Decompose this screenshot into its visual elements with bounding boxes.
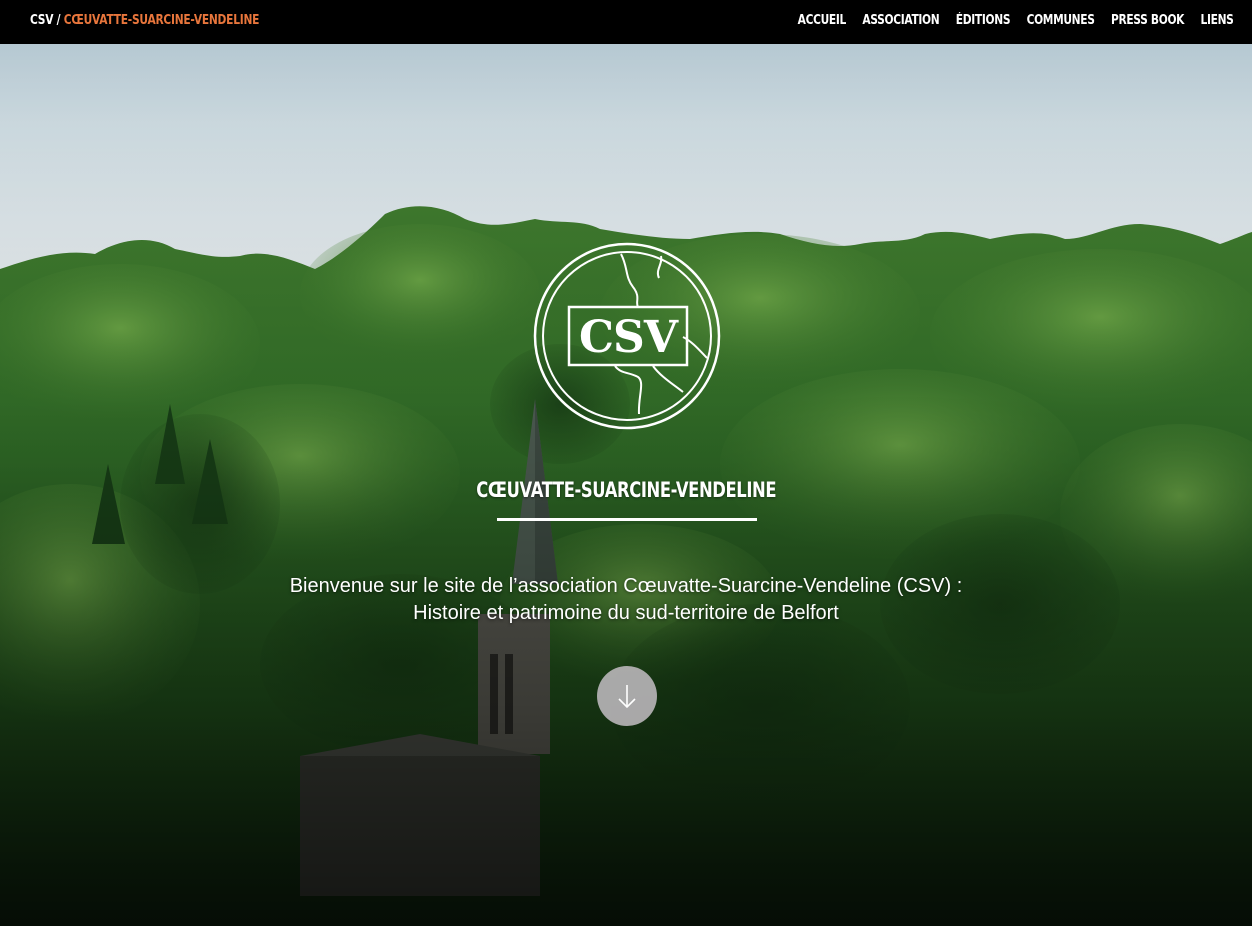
logo-text: CSV [579,312,679,363]
brand-link[interactable]: CSV / Cœuvatte-Suarcine-Vendeline [30,13,259,28]
site-title: Cœuvatte-Suarcine-Vendeline [0,478,1252,502]
tagline-line-1: Bienvenue sur le site de l’association C… [289,575,963,597]
nav-item-press-book[interactable]: Press book [1095,13,1184,28]
nav-item-communes[interactable]: Communes [1011,13,1095,28]
arrow-down-icon [618,685,636,709]
nav-item-accueil[interactable]: Accueil [782,13,847,28]
main-menu: Accueil Association Éditions Communes Pr… [682,13,1234,28]
title-underline [497,518,757,521]
nav-item-association[interactable]: Association [846,13,940,28]
hero-section: CSV Cœuvatte-Suarcine-Vendeline Bienvenu… [0,44,1252,926]
hero-tagline: Bienvenue sur le site de l’association C… [0,573,1252,627]
csv-logo: CSV [533,242,721,430]
brand-prefix: CSV / [30,13,61,28]
tagline-line-2: Histoire et patrimoine du sud-territoire… [413,602,839,624]
nav-item-editions[interactable]: Éditions [940,13,1011,28]
nav-item-liens[interactable]: Liens [1185,13,1234,28]
top-navbar: CSV / Cœuvatte-Suarcine-Vendeline Accuei… [0,0,1252,44]
brand-name: Cœuvatte-Suarcine-Vendeline [63,13,260,28]
scroll-down-button[interactable] [597,666,657,726]
site-title-text: Cœuvatte-Suarcine-Vendeline [476,478,776,502]
